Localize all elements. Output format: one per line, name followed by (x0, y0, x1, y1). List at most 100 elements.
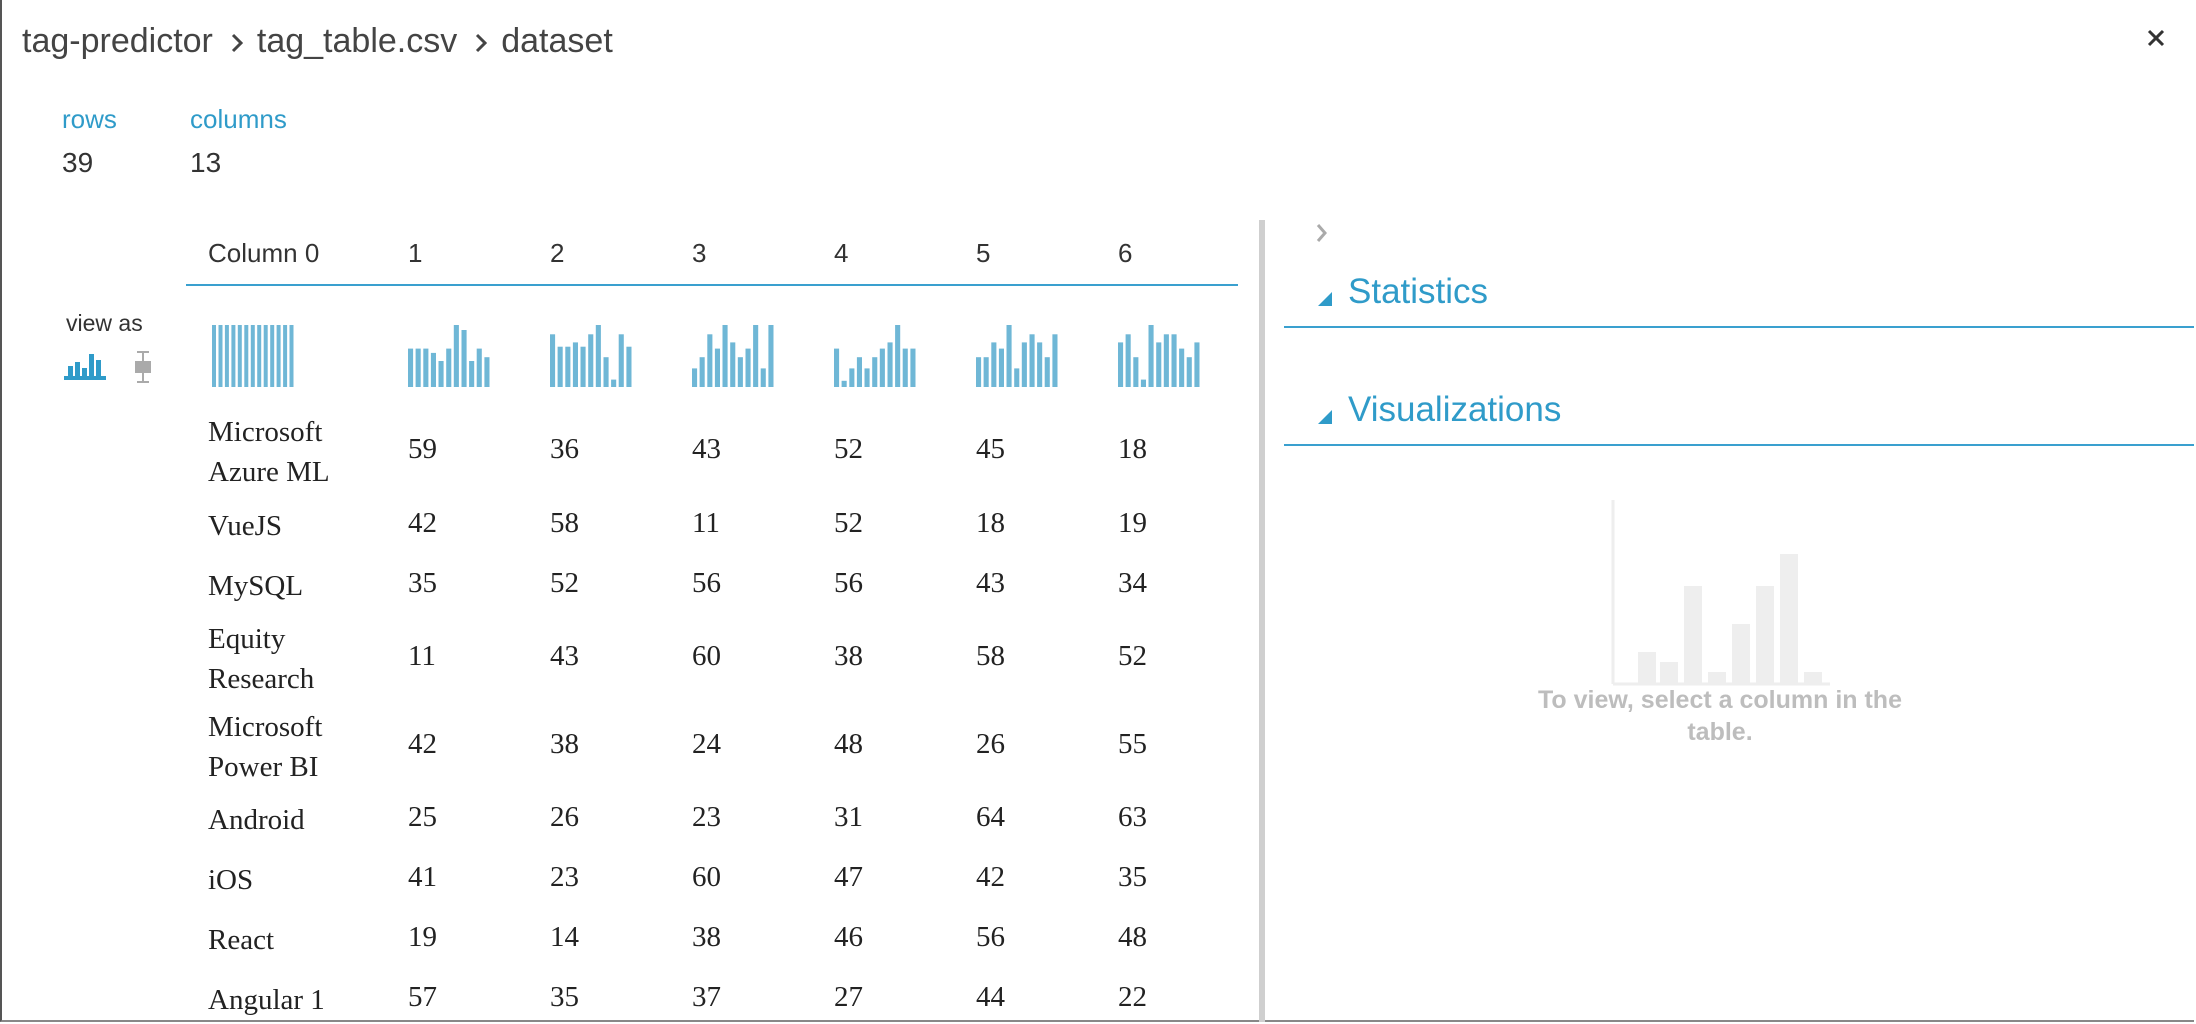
breadcrumb-project[interactable]: tag-predictor (22, 22, 213, 61)
table-cell[interactable]: 43 (550, 640, 579, 673)
table-cell[interactable]: 44 (976, 981, 1005, 1014)
row-label[interactable]: React (208, 920, 378, 960)
table-cell[interactable]: 42 (408, 507, 437, 540)
collapse-panel-button[interactable] (1315, 222, 1329, 249)
statistics-section-header[interactable]: Statistics (1284, 266, 2194, 328)
table-cell[interactable]: 46 (834, 921, 863, 954)
histogram-bar (212, 325, 216, 387)
table-cell[interactable]: 52 (1118, 640, 1147, 673)
table-cell[interactable]: 24 (692, 728, 721, 761)
table-cell[interactable]: 23 (550, 861, 579, 894)
table-cell[interactable]: 38 (550, 728, 579, 761)
table-cell[interactable]: 58 (976, 640, 1005, 673)
histogram-bar (841, 380, 847, 387)
histogram-bar (224, 325, 229, 387)
column-header[interactable]: 3 (692, 238, 706, 269)
panel-splitter[interactable] (1259, 220, 1265, 1022)
table-cell[interactable]: 18 (1118, 433, 1147, 466)
table-cell[interactable]: 34 (1118, 567, 1147, 600)
table-cell[interactable]: 41 (408, 861, 437, 894)
table-cell[interactable]: 42 (408, 728, 437, 761)
row-label[interactable]: MySQL (208, 566, 378, 606)
table-cell[interactable]: 47 (834, 861, 863, 894)
histogram-bar (461, 330, 467, 387)
table-cell[interactable]: 63 (1118, 801, 1147, 834)
table-cell[interactable]: 52 (550, 567, 579, 600)
column-histogram[interactable] (1118, 325, 1202, 387)
table-cell[interactable]: 19 (1118, 507, 1147, 540)
table-cell[interactable]: 38 (834, 640, 863, 673)
table-cell[interactable]: 56 (976, 921, 1005, 954)
histogram-bar (902, 348, 908, 387)
histogram-bar (446, 348, 452, 387)
table-cell[interactable]: 31 (834, 801, 863, 834)
table-cell[interactable]: 22 (1118, 981, 1147, 1014)
breadcrumb-file[interactable]: tag_table.csv (257, 22, 457, 61)
column-histogram[interactable] (212, 325, 296, 387)
column-histogram[interactable] (834, 325, 918, 387)
table-cell[interactable]: 23 (692, 801, 721, 834)
histogram-bar (408, 348, 414, 387)
histogram-bar (469, 361, 475, 387)
table-cell[interactable]: 56 (834, 567, 863, 600)
table-cell[interactable]: 48 (1118, 921, 1147, 954)
table-cell[interactable]: 56 (692, 567, 721, 600)
table-cell[interactable]: 35 (1118, 861, 1147, 894)
row-label[interactable]: Equity Research (208, 619, 378, 699)
table-cell[interactable]: 60 (692, 861, 721, 894)
table-cell[interactable]: 27 (834, 981, 863, 1014)
visualizations-section-header[interactable]: Visualizations (1284, 384, 2194, 446)
row-label[interactable]: iOS (208, 860, 378, 900)
column-header[interactable]: 4 (834, 238, 848, 269)
table-cell[interactable]: 64 (976, 801, 1005, 834)
row-label[interactable]: VueJS (208, 506, 378, 546)
row-label[interactable]: Microsoft Azure ML (208, 412, 378, 492)
table-cell[interactable]: 52 (834, 433, 863, 466)
statistics-title: Statistics (1348, 272, 1489, 311)
table-cell[interactable]: 18 (976, 507, 1005, 540)
table-cell[interactable]: 43 (692, 433, 721, 466)
table-cell[interactable]: 38 (692, 921, 721, 954)
table-cell[interactable]: 36 (550, 433, 579, 466)
table-cell[interactable]: 57 (408, 981, 437, 1014)
row-label[interactable]: Microsoft Power BI (208, 707, 378, 787)
row-label[interactable]: Angular 1 (208, 980, 378, 1020)
histogram-icon[interactable] (64, 352, 106, 385)
table-cell[interactable]: 45 (976, 433, 1005, 466)
column-header[interactable]: 1 (408, 238, 422, 269)
table-cell[interactable]: 52 (834, 507, 863, 540)
table-cell[interactable]: 26 (976, 728, 1005, 761)
column-header[interactable]: 5 (976, 238, 990, 269)
row-label[interactable]: Android (208, 800, 378, 840)
histogram-bar (910, 348, 916, 387)
boxplot-icon[interactable] (131, 350, 155, 389)
table-cell[interactable]: 25 (408, 801, 437, 834)
histogram-bar (998, 348, 1004, 387)
table-cell[interactable]: 11 (692, 507, 720, 540)
table-cell[interactable]: 42 (976, 861, 1005, 894)
table-cell[interactable]: 43 (976, 567, 1005, 600)
histogram-bar (237, 325, 242, 387)
table-cell[interactable]: 55 (1118, 728, 1147, 761)
column-histogram[interactable] (550, 325, 634, 387)
table-cell[interactable]: 26 (550, 801, 579, 834)
table-cell[interactable]: 60 (692, 640, 721, 673)
column-header[interactable]: 2 (550, 238, 564, 269)
column-header[interactable]: Column 0 (208, 238, 319, 269)
table-cell[interactable]: 14 (550, 921, 579, 954)
table-cell[interactable]: 48 (834, 728, 863, 761)
histogram-bar (572, 342, 578, 387)
table-cell[interactable]: 11 (408, 640, 436, 673)
table-cell[interactable]: 19 (408, 921, 437, 954)
close-button[interactable] (2142, 24, 2170, 52)
table-cell[interactable]: 59 (408, 433, 437, 466)
column-header[interactable]: 6 (1118, 238, 1132, 269)
column-histogram[interactable] (976, 325, 1060, 387)
table-cell[interactable]: 35 (550, 981, 579, 1014)
table-cell[interactable]: 35 (408, 567, 437, 600)
column-histogram[interactable] (408, 325, 492, 387)
table-cell[interactable]: 37 (692, 981, 721, 1014)
column-histogram[interactable] (692, 325, 776, 387)
histogram-bar (476, 348, 482, 387)
table-cell[interactable]: 58 (550, 507, 579, 540)
